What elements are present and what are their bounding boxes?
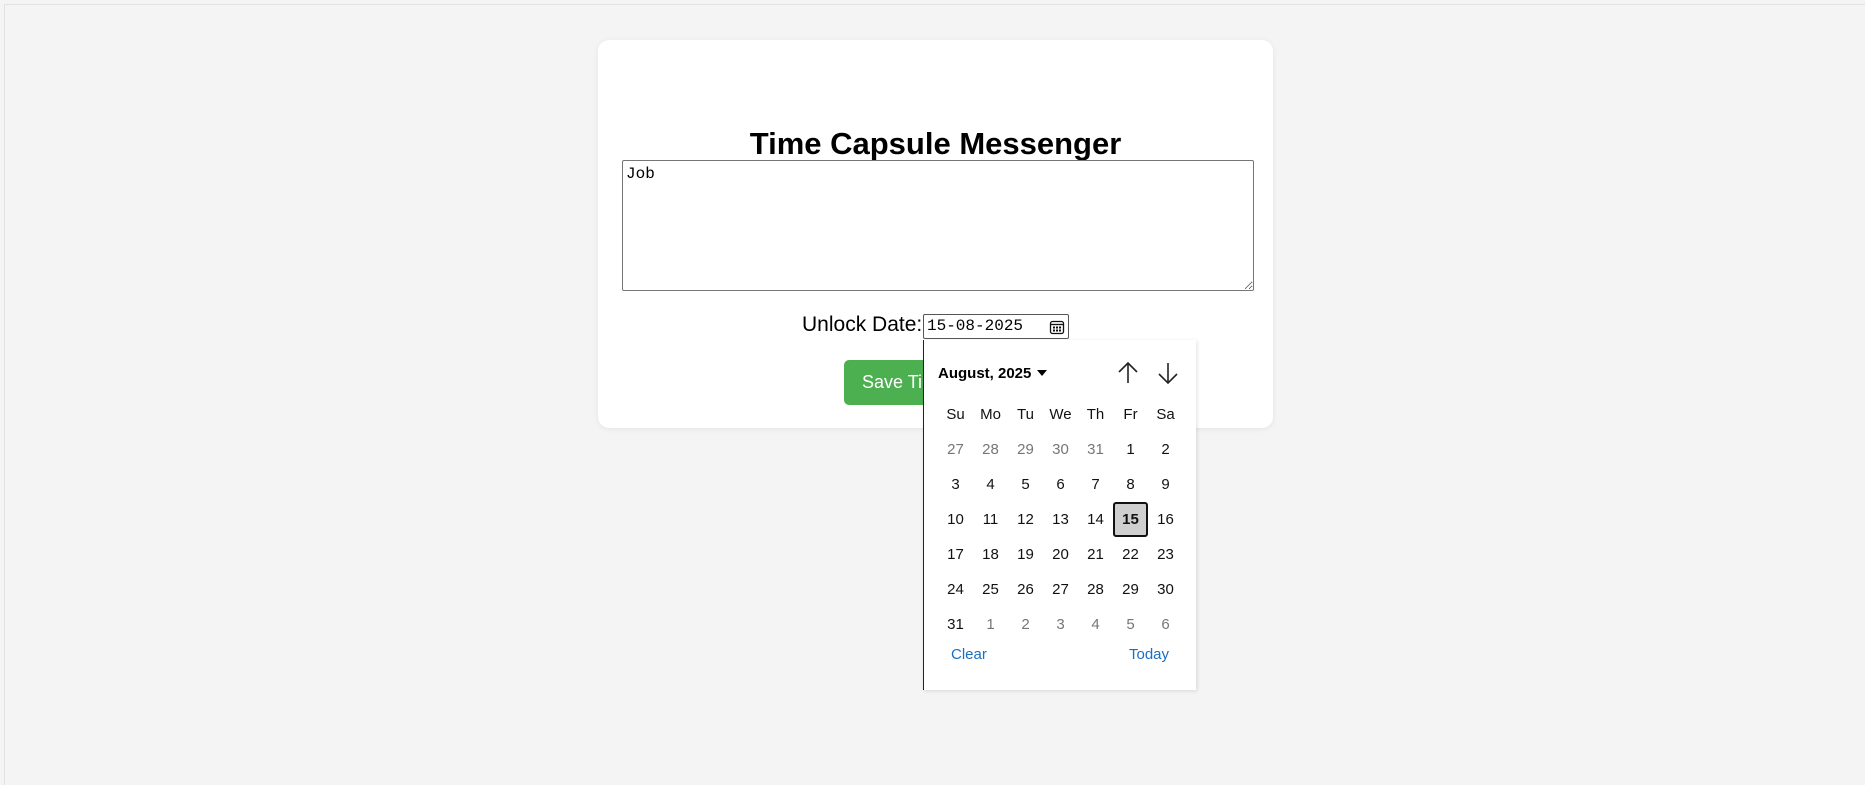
calendar-day[interactable]: 30 [1043,432,1078,467]
weekday-label: Sa [1156,406,1175,423]
calendar-day[interactable]: 1 [973,607,1008,642]
message-textarea[interactable]: Job [622,160,1254,291]
clear-button[interactable]: Clear [951,645,987,665]
weekday-label: We [1049,406,1072,423]
unlock-date-value: 15-08-2025 [927,317,1024,335]
calendar-day[interactable]: 29 [1113,572,1148,607]
calendar-day[interactable]: 16 [1148,502,1183,537]
month-year-label: August, 2025 [938,365,1032,382]
month-year-dropdown[interactable]: August, 2025 [938,360,1048,388]
weekday-header: Su Mo Tu We Th Fr Sa [938,397,1183,432]
calendar-day[interactable]: 9 [1148,467,1183,502]
calendar-week-row: 17 18 19 20 21 22 23 [938,537,1183,572]
calendar-week-row: 24 25 26 27 28 29 30 [938,572,1183,607]
calendar-day[interactable]: 2 [1008,607,1043,642]
calendar-day[interactable]: 5 [1008,467,1043,502]
weekday-label: Su [946,406,965,423]
page-title: Time Capsule Messenger [749,126,1122,161]
calendar-day[interactable]: 11 [973,502,1008,537]
calendar-icon[interactable] [1049,319,1065,335]
calendar-day[interactable]: 25 [973,572,1008,607]
calendar-day[interactable]: 5 [1113,607,1148,642]
calendar-day[interactable]: 24 [938,572,973,607]
calendar-day[interactable]: 31 [938,607,973,642]
calendar-day[interactable]: 1 [1113,432,1148,467]
calendar-day[interactable]: 26 [1008,572,1043,607]
calendar-day[interactable]: 29 [1008,432,1043,467]
arrow-up-icon[interactable] [1111,356,1145,390]
caret-down-icon [1037,370,1048,376]
calendar-day[interactable]: 7 [1078,467,1113,502]
unlock-date-row: Unlock Date: 15-08-2025 [598,310,1273,340]
calendar-week-row: 31 1 2 3 4 5 6 [938,607,1183,642]
calendar-day-selected[interactable]: 15 [1113,502,1148,537]
calendar-day[interactable]: 2 [1148,432,1183,467]
calendar-week-row: 27 28 29 30 31 1 2 [938,432,1183,467]
weekday-label: Fr [1123,406,1138,423]
calendar-week-row: 10 11 12 13 14 15 16 [938,502,1183,537]
date-picker-popup: August, 2025 Su Mo Tu We Th Fr Sa 27 28 29… [923,340,1196,690]
calendar-day[interactable]: 19 [1008,537,1043,572]
calendar-week-row: 3456789 [938,467,1183,502]
calendar-day[interactable]: 14 [1078,502,1113,537]
calendar-day[interactable]: 4 [1078,607,1113,642]
today-button[interactable]: Today [1129,645,1169,665]
calendar-day[interactable]: 17 [938,537,973,572]
weekday-label: Tu [1017,406,1034,423]
calendar-day[interactable]: 13 [1043,502,1078,537]
calendar-day[interactable]: 4 [973,467,1008,502]
calendar-day[interactable]: 27 [938,432,973,467]
calendar-day[interactable]: 6 [1043,467,1078,502]
weekday-label: Mo [980,406,1001,423]
calendar-day[interactable]: 18 [973,537,1008,572]
calendar-day[interactable]: 3 [1043,607,1078,642]
weekday-label: Th [1086,406,1105,423]
calendar-day[interactable]: 8 [1113,467,1148,502]
calendar-day[interactable]: 23 [1148,537,1183,572]
calendar-day[interactable]: 28 [1078,572,1113,607]
calendar-day[interactable]: 27 [1043,572,1078,607]
calendar-day[interactable]: 6 [1148,607,1183,642]
calendar-day[interactable]: 30 [1148,572,1183,607]
calendar-day[interactable]: 3 [938,467,973,502]
calendar-day[interactable]: 21 [1078,537,1113,572]
calendar-day[interactable]: 31 [1078,432,1113,467]
arrow-down-icon[interactable] [1151,356,1185,390]
calendar-day[interactable]: 20 [1043,537,1078,572]
calendar-day[interactable]: 28 [973,432,1008,467]
unlock-date-label: Unlock Date: [802,313,923,336]
calendar-day[interactable]: 22 [1113,537,1148,572]
unlock-date-input[interactable]: 15-08-2025 [923,314,1069,339]
calendar-day[interactable]: 10 [938,502,973,537]
calendar-day[interactable]: 12 [1008,502,1043,537]
